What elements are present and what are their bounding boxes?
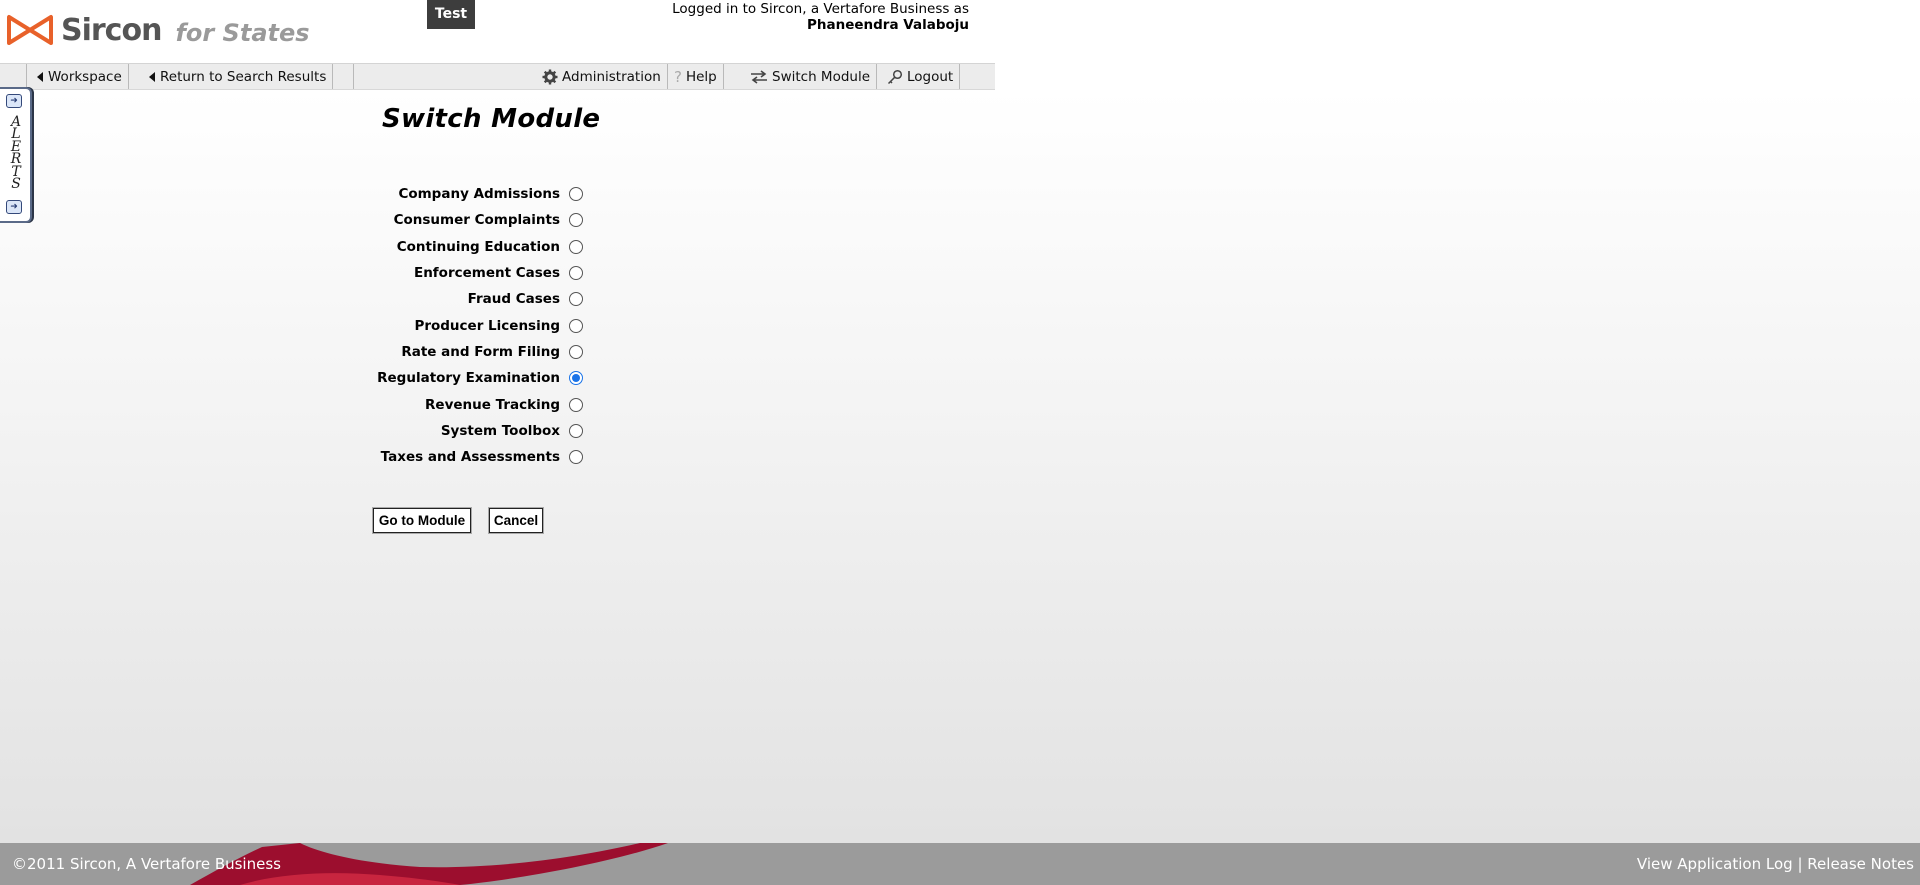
alerts-expand-bottom-button[interactable]: ➜ — [6, 200, 22, 214]
nav-workspace-button[interactable]: Workspace — [31, 64, 129, 89]
nav-administration-button[interactable]: Administration — [536, 64, 668, 89]
page-title: Switch Module — [382, 104, 601, 134]
nav-help-button[interactable]: ? Help — [668, 64, 724, 89]
footer-links: View Application Log | Release Notes — [1637, 855, 1914, 873]
cancel-button[interactable]: Cancel — [489, 508, 543, 533]
top-nav-bar: Workspace Return to Search Results Admin… — [0, 63, 995, 90]
arrow-right-icon: ➜ — [10, 96, 18, 106]
left-arrow-icon — [149, 71, 155, 82]
nav-switch-module-button[interactable]: Switch Module — [744, 64, 878, 89]
module-option-consumer-complaints[interactable]: Consumer Complaints — [340, 207, 590, 233]
nav-return-to-search-label: Return to Search Results — [160, 68, 327, 85]
logo-for-states-text: for States — [175, 19, 310, 47]
app-header: Sircon for States Test Logged in to Sirc… — [0, 0, 995, 63]
nav-help-label: Help — [685, 68, 717, 85]
footer-copyright: ©2011 Sircon, A Vertafore Business — [12, 855, 281, 873]
module-radio[interactable] — [569, 344, 583, 359]
module-radio[interactable] — [569, 397, 583, 412]
module-label: Company Admissions — [398, 186, 560, 203]
module-option-rate-and-form-filing[interactable]: Rate and Form Filing — [340, 339, 590, 365]
module-option-fraud-cases[interactable]: Fraud Cases — [340, 286, 590, 312]
module-label: Producer Licensing — [414, 317, 560, 334]
page-footer: ©2011 Sircon, A Vertafore Business View … — [0, 843, 1920, 885]
module-radio-list: Company Admissions Consumer Complaints C… — [340, 181, 590, 470]
module-label: Revenue Tracking — [425, 396, 560, 413]
view-application-log-link[interactable]: View Application Log — [1637, 855, 1793, 873]
module-radio[interactable] — [569, 239, 583, 254]
module-option-company-admissions[interactable]: Company Admissions — [340, 181, 590, 207]
release-notes-link[interactable]: Release Notes — [1807, 855, 1914, 873]
module-label: Regulatory Examination — [377, 370, 560, 387]
module-label: Enforcement Cases — [413, 265, 560, 282]
module-option-enforcement-cases[interactable]: Enforcement Cases — [340, 260, 590, 286]
login-info: Logged in to Sircon, a Vertafore Busines… — [672, 1, 969, 33]
module-radio[interactable] — [569, 187, 583, 202]
module-radio[interactable] — [569, 423, 583, 438]
logo-sircon-text: Sircon — [61, 12, 162, 48]
nav-logout-label: Logout — [907, 68, 954, 85]
sircon-logo-icon — [7, 15, 53, 45]
nav-administration-label: Administration — [562, 68, 661, 85]
footer-separator: | — [1797, 855, 1803, 873]
nav-divider — [353, 64, 354, 89]
module-option-continuing-education[interactable]: Continuing Education — [340, 234, 590, 260]
module-label: Consumer Complaints — [393, 212, 560, 229]
module-radio[interactable] — [569, 450, 583, 465]
switch-arrows-icon — [751, 69, 767, 84]
help-icon: ? — [674, 67, 682, 86]
module-label: Continuing Education — [396, 238, 560, 255]
alerts-vertical-label: A L E R T S — [9, 115, 23, 193]
module-label: Taxes and Assessments — [380, 449, 560, 466]
module-option-revenue-tracking[interactable]: Revenue Tracking — [340, 391, 590, 417]
nav-divider — [26, 64, 27, 89]
module-option-system-toolbox[interactable]: System Toolbox — [340, 418, 590, 444]
module-radio[interactable] — [569, 213, 583, 228]
module-radio[interactable] — [569, 266, 583, 281]
module-option-producer-licensing[interactable]: Producer Licensing — [340, 312, 590, 338]
module-label: System Toolbox — [440, 422, 560, 439]
module-label: Rate and Form Filing — [401, 343, 560, 360]
logged-in-user: Phaneendra Valaboju — [806, 17, 969, 33]
environment-badge: Test — [427, 0, 475, 29]
go-to-module-button[interactable]: Go to Module — [373, 508, 471, 533]
login-line: Logged in to Sircon, a Vertafore Busines… — [672, 1, 969, 17]
alerts-expand-top-button[interactable]: ➜ — [6, 94, 22, 108]
module-option-regulatory-examination[interactable]: Regulatory Examination — [340, 365, 590, 391]
nav-return-to-search-button[interactable]: Return to Search Results — [143, 64, 334, 89]
footer-swoosh-graphic — [190, 843, 668, 885]
arrow-right-icon: ➜ — [10, 202, 18, 212]
alerts-letter: S — [11, 176, 21, 193]
sircon-logo: Sircon for States — [6, 12, 310, 48]
alerts-side-tab[interactable]: ➜ A L E R T S ➜ — [0, 87, 32, 223]
module-radio[interactable] — [569, 292, 583, 307]
module-option-taxes-and-assessments[interactable]: Taxes and Assessments — [340, 444, 590, 470]
module-radio[interactable] — [569, 318, 583, 333]
module-radio-selected[interactable] — [569, 371, 583, 386]
nav-logout-button[interactable]: Logout — [881, 64, 961, 89]
module-label: Fraud Cases — [467, 291, 560, 308]
nav-switch-module-label: Switch Module — [772, 68, 871, 85]
gear-icon — [542, 69, 558, 84]
nav-workspace-label: Workspace — [48, 68, 122, 85]
key-icon — [887, 69, 903, 84]
left-arrow-icon — [37, 71, 43, 82]
